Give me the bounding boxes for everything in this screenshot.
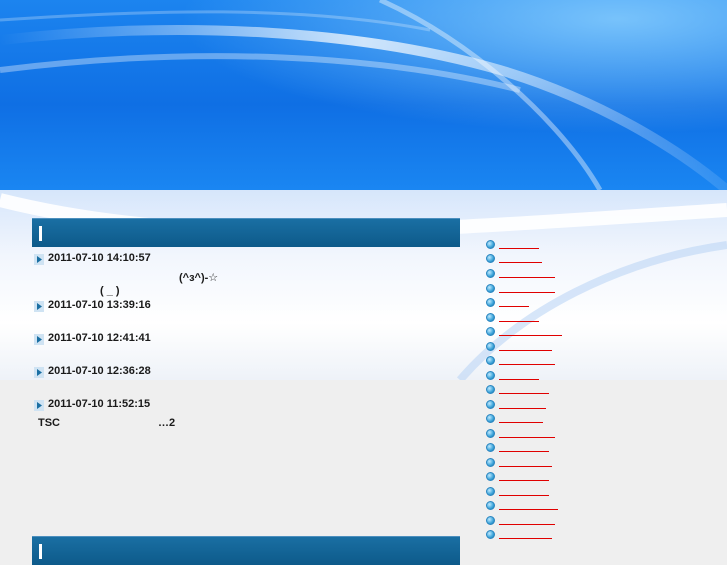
sidebar-link-underline[interactable] [499,538,552,539]
entry-text: TSC [38,417,60,429]
bullet-icon [486,530,495,539]
sidebar-link-underline[interactable] [499,292,555,293]
sidebar-link-underline[interactable] [499,350,552,351]
entry-date[interactable]: 2011-07-10 14:10:57 [48,252,151,264]
bullet-icon [486,284,495,293]
play-arrow-icon [34,367,44,378]
sidebar-link-underline[interactable] [499,451,549,452]
sidebar-link-underline[interactable] [499,321,539,322]
play-arrow-icon [34,254,44,265]
entry-text: …2 [158,417,176,429]
section-header-bar [32,218,460,247]
sidebar-link-underline[interactable] [499,524,555,525]
bullet-icon [486,327,495,336]
sidebar-link-underline[interactable] [499,437,555,438]
sidebar-link-underline[interactable] [499,306,529,307]
sidebar-link-underline[interactable] [499,379,539,380]
sidebar-link-underline[interactable] [499,248,539,249]
sidebar-link-underline[interactable] [499,335,562,336]
bullet-icon [486,240,495,249]
header-marker [39,226,42,241]
entry-date[interactable]: 2011-07-10 11:52:15 [48,398,150,410]
bullet-icon [486,400,495,409]
entry-text: (^з^)-☆ [179,272,219,284]
bullet-icon [486,269,495,278]
bullet-icon [486,516,495,525]
entry-text: ( _ ) [100,285,120,297]
bullet-icon [486,254,495,263]
bullet-icon [486,472,495,481]
sidebar-link-underline[interactable] [499,422,543,423]
bullet-icon [486,356,495,365]
bullet-icon [486,371,495,380]
bullet-icon [486,429,495,438]
banner-swoosh-graphic [0,0,727,190]
sidebar-link-underline[interactable] [499,466,552,467]
bullet-icon [486,385,495,394]
entry-date[interactable]: 2011-07-10 13:39:16 [48,299,151,311]
sidebar-link-underline[interactable] [499,509,558,510]
bullet-icon [486,501,495,510]
bullet-icon [486,458,495,467]
entry-date[interactable]: 2011-07-10 12:36:28 [48,365,151,377]
sidebar-link-underline[interactable] [499,480,549,481]
section-header-bar-2 [32,536,460,565]
bullet-icon [486,298,495,307]
bullet-icon [486,414,495,423]
play-arrow-icon [34,400,44,411]
bullet-icon [486,487,495,496]
sidebar-link-underline[interactable] [499,262,542,263]
bullet-icon [486,443,495,452]
header-banner [0,0,727,190]
header-marker [39,544,42,559]
bullet-icon [486,313,495,322]
sidebar-link-underline[interactable] [499,408,546,409]
bullet-icon [486,342,495,351]
play-arrow-icon [34,334,44,345]
entry-date[interactable]: 2011-07-10 12:41:41 [48,332,151,344]
play-arrow-icon [34,301,44,312]
sidebar-link-underline[interactable] [499,364,555,365]
sidebar-link-underline[interactable] [499,393,549,394]
sidebar-link-underline[interactable] [499,495,549,496]
sidebar-link-underline[interactable] [499,277,555,278]
